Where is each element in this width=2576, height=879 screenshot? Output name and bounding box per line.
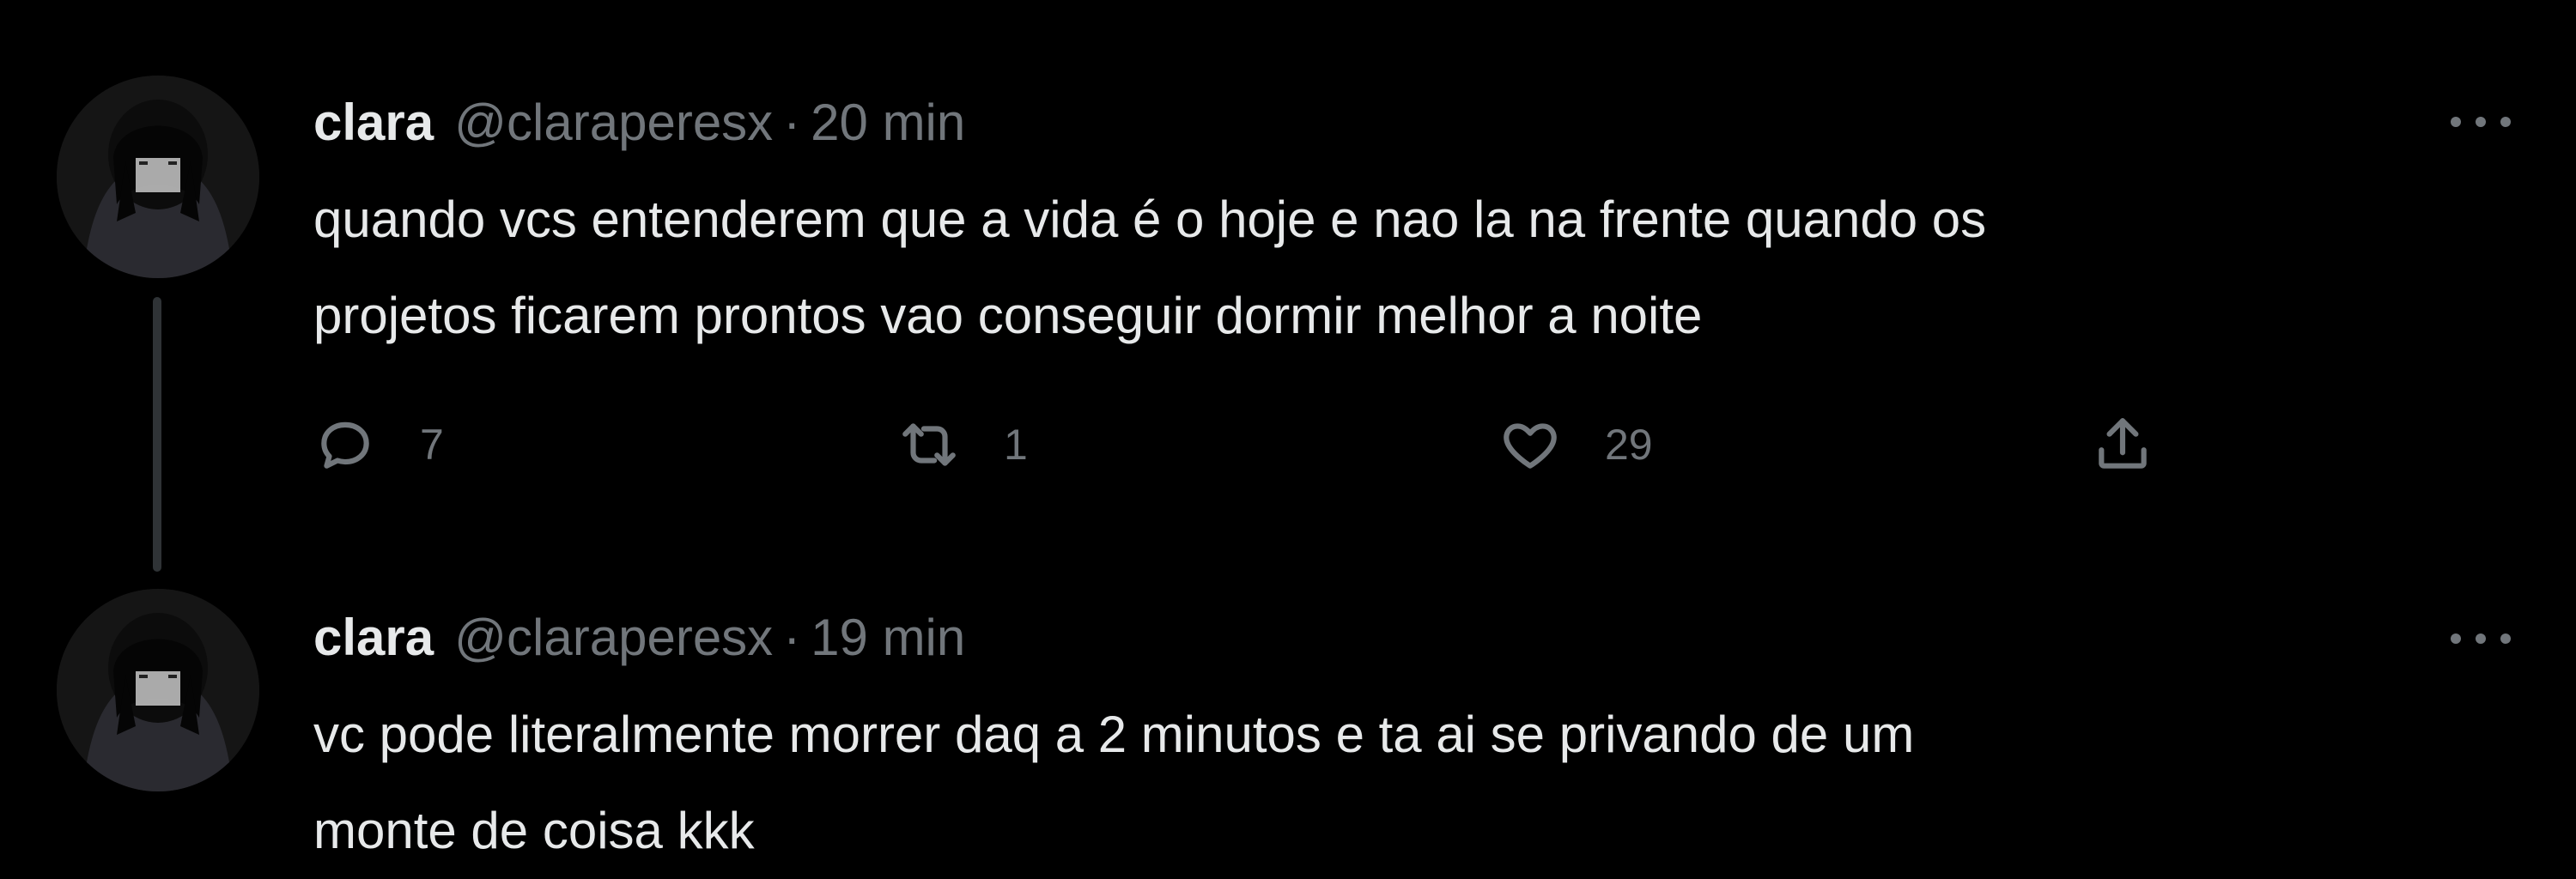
tweet-header: clara @claraperesx · 20 min <box>313 88 965 156</box>
avatar[interactable] <box>57 76 259 278</box>
separator-dot: · <box>783 608 801 666</box>
tweet[interactable]: clara @claraperesx · 19 min vc pode lite… <box>0 589 2576 859</box>
heart-icon <box>1504 423 1557 469</box>
share-button[interactable] <box>2091 402 2154 488</box>
tweet-actions: 7 1 29 <box>313 402 2288 488</box>
author-handle[interactable]: @claraperesx <box>454 608 773 667</box>
tweet-header: clara @claraperesx · 19 min <box>313 603 965 671</box>
reply-button[interactable]: 7 <box>313 402 444 488</box>
retweet-icon <box>902 423 956 466</box>
avatar-image <box>57 76 259 278</box>
separator-dot: · <box>783 93 801 151</box>
retweet-button[interactable]: 1 <box>897 402 1028 488</box>
timestamp[interactable]: 20 min <box>811 93 965 152</box>
more-options-icon[interactable] <box>2451 105 2511 139</box>
reply-count: 7 <box>420 421 444 469</box>
avatar[interactable] <box>57 589 259 791</box>
share-icon <box>2099 418 2147 469</box>
author-name[interactable]: clara <box>313 93 434 152</box>
like-button[interactable]: 29 <box>1498 402 1653 488</box>
timestamp[interactable]: 19 min <box>811 608 965 667</box>
reply-icon <box>321 421 369 469</box>
tweet-text: vc pode literalmente morrer daq a 2 minu… <box>313 706 1915 859</box>
author-name[interactable]: clara <box>313 608 434 667</box>
author-handle[interactable]: @claraperesx <box>454 93 773 152</box>
retweet-count: 1 <box>1004 421 1028 469</box>
thread-connector <box>153 297 161 572</box>
avatar-image <box>57 589 259 791</box>
more-options-icon[interactable] <box>2451 621 2511 656</box>
tweet[interactable]: clara @claraperesx · 20 min quando vcs e… <box>0 0 2576 592</box>
like-count: 29 <box>1605 421 1653 469</box>
tweet-text: quando vcs entenderem que a vida é o hoj… <box>313 191 1987 344</box>
